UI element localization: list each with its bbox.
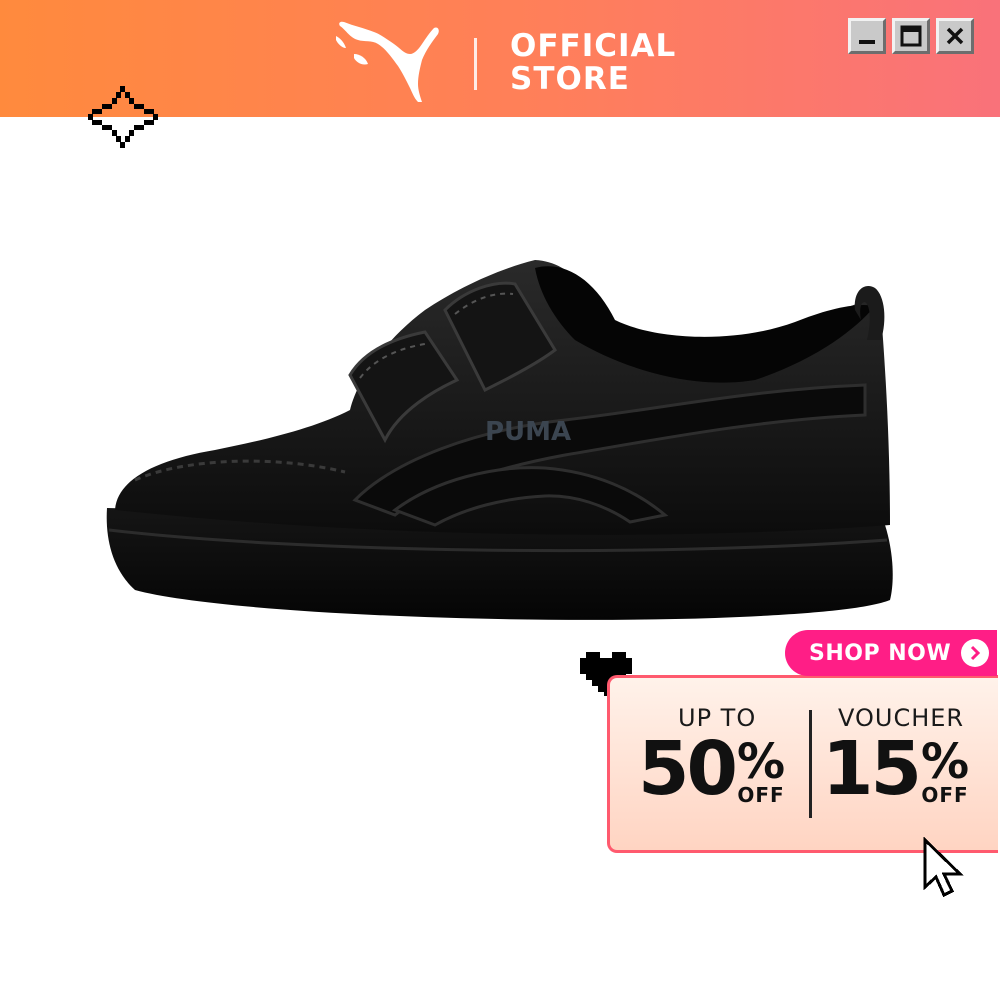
maximize-button[interactable] xyxy=(892,18,930,54)
puma-logo-icon xyxy=(334,18,444,104)
store-line-1: OFFICIAL xyxy=(510,28,677,64)
product-brand-mark: PUMA xyxy=(485,417,571,447)
discount-value: 50 xyxy=(638,726,738,812)
minimize-button[interactable] xyxy=(848,18,886,54)
discount-percent-sign: % xyxy=(736,734,786,790)
close-icon xyxy=(946,27,964,45)
discount-block: UP TO 50 % OFF xyxy=(638,706,798,806)
chevron-right-icon xyxy=(961,639,990,667)
minimize-icon xyxy=(859,40,875,44)
store-line-2: STORE xyxy=(510,61,630,97)
close-button[interactable] xyxy=(936,18,974,54)
promo-divider xyxy=(809,710,812,818)
promo-card[interactable]: UP TO 50 % OFF VOUCHER 15 % OFF xyxy=(607,675,998,853)
official-store-label: OFFICIAL STORE xyxy=(510,30,676,96)
shop-now-label: SHOP NOW xyxy=(809,640,952,666)
product-image[interactable]: PUMA xyxy=(95,240,895,644)
pointer-cursor-icon xyxy=(922,836,976,903)
header-divider xyxy=(474,38,477,90)
voucher-value: 15 xyxy=(822,726,922,812)
discount-off-label: OFF xyxy=(737,783,785,807)
maximize-icon xyxy=(900,25,922,47)
shop-now-button[interactable]: SHOP NOW xyxy=(785,630,997,676)
sparkle-icon xyxy=(88,86,158,156)
window-controls xyxy=(848,18,974,54)
voucher-off-label: OFF xyxy=(921,783,969,807)
voucher-percent-sign: % xyxy=(920,734,970,790)
voucher-block: VOUCHER 15 % OFF xyxy=(822,706,992,806)
